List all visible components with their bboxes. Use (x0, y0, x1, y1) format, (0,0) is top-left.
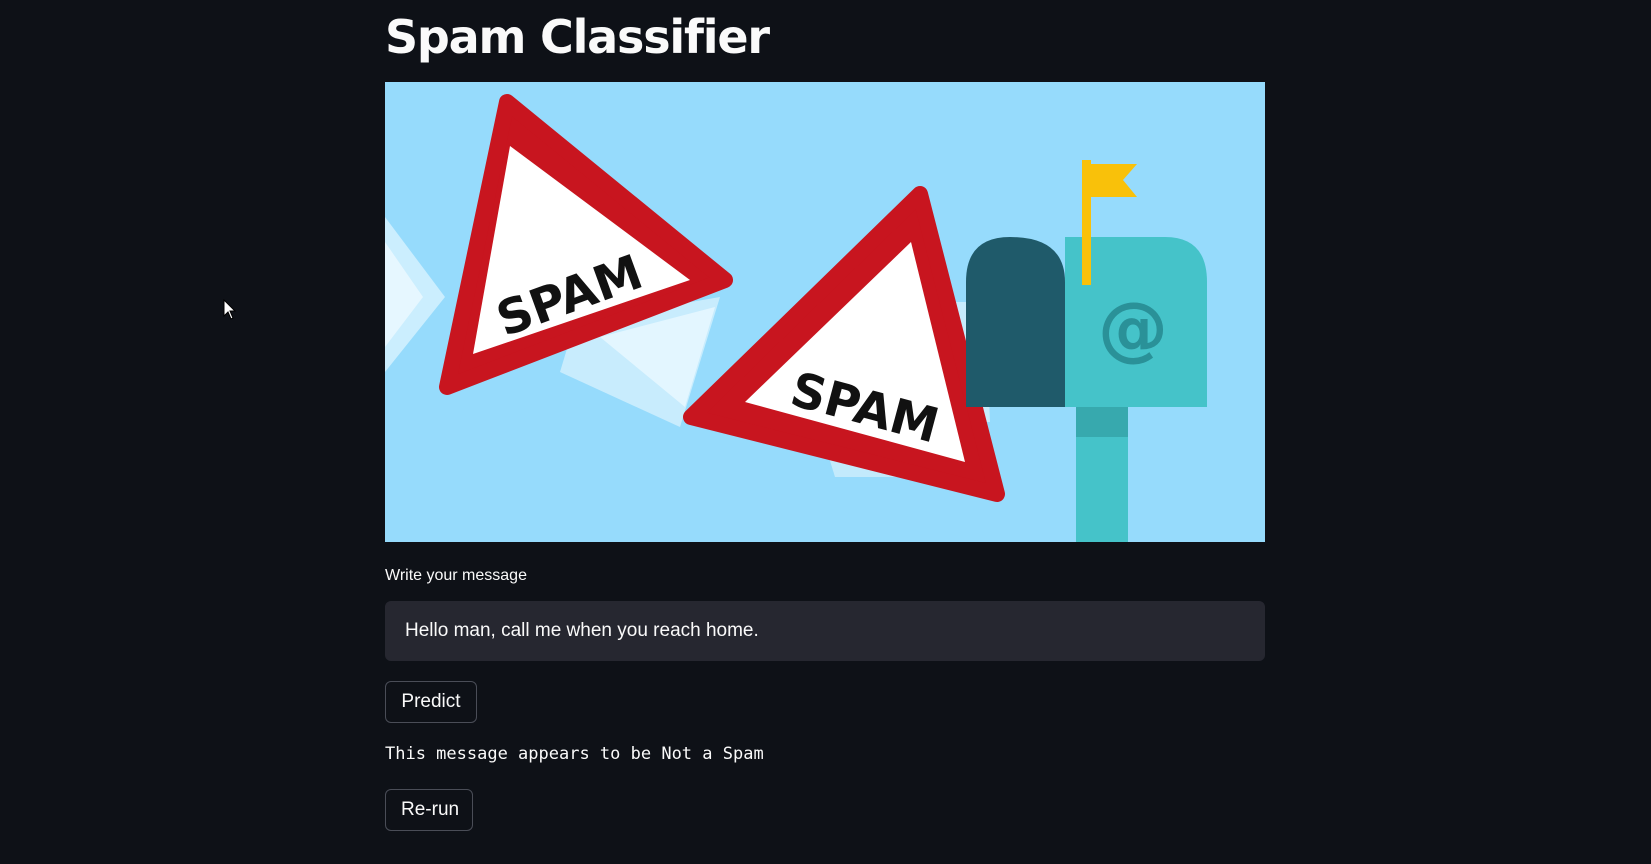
page-title: Spam Classifier (385, 10, 770, 64)
mailbox-at-symbol: @ (1098, 287, 1168, 369)
message-label: Write your message (385, 567, 527, 584)
message-input[interactable] (385, 601, 1265, 661)
prediction-result: This message appears to be Not a Spam (385, 744, 764, 764)
mouse-pointer-icon (223, 299, 237, 320)
main-content: Spam Classifier SPAM SPAM @ Write your m… (385, 0, 1265, 831)
spam-hero-image: SPAM SPAM @ (385, 82, 1265, 542)
rerun-button[interactable]: Re-run (385, 789, 473, 831)
predict-button[interactable]: Predict (385, 681, 477, 723)
